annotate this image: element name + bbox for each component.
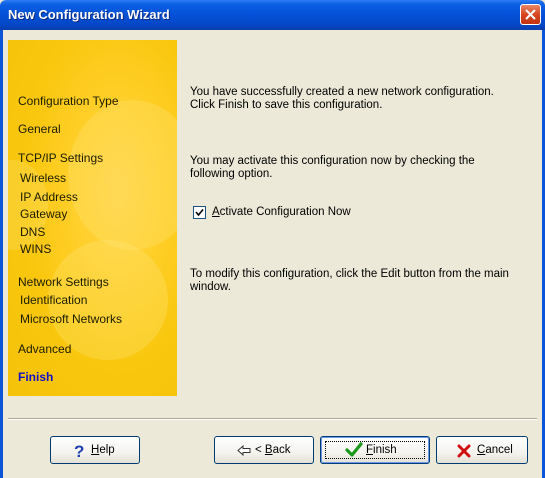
label-text: elp xyxy=(99,444,115,456)
window-title: New Configuration Wizard xyxy=(8,7,170,22)
activate-line-1: You may activate this configuration now … xyxy=(190,155,475,167)
modify-line-2: window. xyxy=(190,280,231,293)
title-bar[interactable]: New Configuration Wizard xyxy=(0,0,545,30)
label-prefix: < xyxy=(255,444,265,456)
modify-message: To modify this configuration, click the … xyxy=(190,268,530,293)
close-button[interactable] xyxy=(520,4,541,25)
step-identification: Identification xyxy=(20,293,88,307)
wizard-window: New Configuration Wizard Configuration T… xyxy=(0,0,545,478)
step-network-settings: Network Settings xyxy=(18,275,109,289)
access-key: A xyxy=(212,206,220,218)
activate-configuration-checkbox[interactable] xyxy=(193,206,206,219)
step-wins: WINS xyxy=(20,242,52,256)
step-advanced: Advanced xyxy=(18,342,72,356)
modify-line-1: To modify this configuration, click the … xyxy=(190,268,509,280)
step-tcpip-settings: TCP/IP Settings xyxy=(18,151,104,165)
back-label: < Back xyxy=(255,444,291,456)
finish-label: Finish xyxy=(366,444,397,456)
label-text: ack xyxy=(272,444,291,456)
success-message: You have successfully created a new netw… xyxy=(190,86,530,111)
back-button[interactable]: < Back xyxy=(214,436,314,464)
step-general: General xyxy=(18,122,61,136)
step-dns: DNS xyxy=(20,225,46,239)
sidebar-decoration xyxy=(68,100,177,250)
step-configuration-type: Configuration Type xyxy=(18,94,119,108)
activate-message: You may activate this configuration now … xyxy=(190,155,530,180)
close-icon xyxy=(525,9,536,20)
help-button[interactable]: ? Help xyxy=(50,436,140,464)
label-text: ancel xyxy=(485,444,513,456)
window-frame-left xyxy=(0,30,3,478)
label-text: inish xyxy=(373,444,397,456)
help-label: Help xyxy=(91,444,115,456)
cancel-button[interactable]: Cancel xyxy=(436,436,528,464)
green-checkmark-icon xyxy=(345,442,363,457)
question-mark-icon: ? xyxy=(74,442,84,459)
step-gateway: Gateway xyxy=(20,207,68,221)
checkmark-icon xyxy=(195,208,204,217)
activate-configuration-label[interactable]: Activate Configuration Now xyxy=(212,206,351,218)
step-wireless: Wireless xyxy=(20,171,67,185)
finish-button[interactable]: Finish xyxy=(320,436,430,464)
svg-text:?: ? xyxy=(74,442,84,459)
red-x-icon xyxy=(457,444,471,458)
cancel-label: Cancel xyxy=(477,444,513,456)
access-key: F xyxy=(366,444,374,456)
step-ip-address: IP Address xyxy=(20,190,78,204)
success-line-2: Click Finish to save this configuration. xyxy=(190,98,383,111)
footer-separator xyxy=(8,418,537,420)
activate-line-2: following option. xyxy=(190,167,273,180)
step-finish: Finish xyxy=(18,370,54,384)
success-line-1: You have successfully created a new netw… xyxy=(190,86,494,98)
back-arrow-icon xyxy=(237,445,251,456)
label-text: ctivate Configuration Now xyxy=(219,206,351,218)
access-key: B xyxy=(264,444,273,456)
wizard-steps-sidebar: Configuration Type General TCP/IP Settin… xyxy=(8,40,177,396)
step-microsoft-networks: Microsoft Networks xyxy=(20,312,123,326)
